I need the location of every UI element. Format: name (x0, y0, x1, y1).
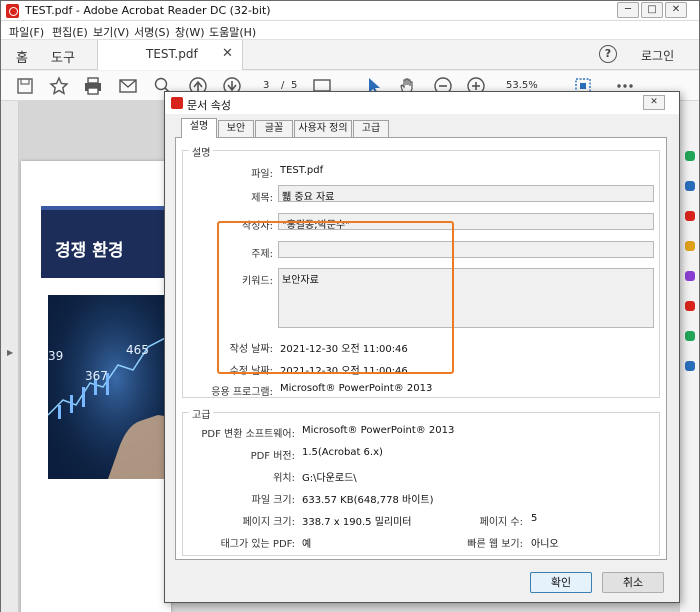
maximize-button[interactable]: □ (641, 2, 663, 18)
description-group: 설명 파일: TEST.pdf 제목: 쮋 중요 자료 작성자: "홍길동;박문… (182, 144, 660, 398)
tab-description[interactable]: 설명 (181, 118, 217, 138)
tool-icon-purple[interactable] (685, 271, 695, 281)
keywords-label: 키워드: (242, 276, 273, 287)
created-value: 2021-12-30 오전 11:00:46 (280, 344, 408, 355)
slide-title-band: 경쟁 환경 (41, 206, 171, 278)
file-size-label: 파일 크기: (251, 495, 295, 506)
fast-web-view-label: 빠른 웹 보기: (467, 539, 523, 550)
help-icon[interactable]: ? (599, 45, 617, 63)
tool-icon-green-2[interactable] (685, 331, 695, 341)
dialog-close-button[interactable]: ✕ (643, 95, 665, 110)
login-button[interactable]: 로그인 (641, 47, 674, 64)
file-size-value: 633.57 KB(648,778 바이트) (302, 495, 434, 506)
menu-bar: 파일(F) 편집(E) 보기(V) 서명(S) 창(W) 도움말(H) (1, 21, 699, 40)
location-value: G:\다운로드\ (302, 473, 357, 484)
fast-web-view-value: 아니오 (531, 539, 559, 550)
close-tab-icon[interactable]: ✕ (222, 46, 233, 61)
menu-sign[interactable]: 서명(S) (134, 24, 170, 40)
zoom-level[interactable]: 53.5% (506, 80, 538, 91)
tab-security[interactable]: 보안 (218, 120, 254, 137)
modified-value: 2021-12-30 오전 11:00:46 (280, 366, 408, 377)
page-size-value: 338.7 x 190.5 밀리미터 (302, 517, 412, 528)
tab-home[interactable]: 홈 (16, 47, 28, 66)
pdf-page: 경쟁 환경 465 39 367 (21, 161, 171, 612)
tagged-pdf-label: 태그가 있는 PDF: (220, 539, 295, 550)
pdf-version-label: PDF 버전: (250, 451, 295, 462)
producer-label: PDF 변환 소프트웨어: (201, 429, 295, 440)
page-count-label: 페이지 수: (479, 517, 523, 528)
dialog-app-icon (171, 97, 183, 109)
file-label: 파일: (251, 169, 273, 180)
left-navigation-rail[interactable]: ▶ (1, 101, 19, 612)
producer-value: Microsoft® PowerPoint® 2013 (302, 425, 455, 436)
minimize-button[interactable]: ─ (617, 2, 639, 18)
cancel-button[interactable]: 취소 (602, 572, 664, 593)
keywords-field[interactable]: 보안자료 (278, 268, 654, 328)
close-button[interactable]: ✕ (665, 2, 687, 18)
tab-bar: 홈 도구 TEST.pdf ✕ ? 로그인 (1, 40, 699, 70)
dialog-title: 문서 속성 (187, 99, 231, 112)
page-separator: / (281, 80, 285, 91)
tab-tools[interactable]: 도구 (51, 47, 75, 66)
tool-icon-green[interactable] (685, 151, 695, 161)
description-group-label: 설명 (189, 144, 214, 159)
title-bar: TEST.pdf - Adobe Acrobat Reader DC (32-b… (1, 1, 699, 21)
tool-icon-blue-2[interactable] (685, 361, 695, 371)
application-value: Microsoft® PowerPoint® 2013 (280, 383, 433, 394)
location-label: 위치: (273, 473, 295, 484)
save-icon[interactable] (15, 76, 35, 96)
acrobat-window: TEST.pdf - Adobe Acrobat Reader DC (32-b… (0, 0, 700, 612)
tagged-pdf-value: 예 (302, 539, 312, 550)
title-field[interactable]: 쮋 중요 자료 (278, 185, 654, 203)
subject-field[interactable] (278, 241, 654, 258)
author-label: 작성자: (242, 221, 273, 232)
file-value: TEST.pdf (280, 165, 324, 176)
email-icon[interactable] (118, 76, 138, 96)
star-icon[interactable] (49, 76, 69, 96)
pdf-version-value: 1.5(Acrobat 6.x) (302, 447, 383, 458)
menu-file[interactable]: 파일(F) (9, 24, 44, 40)
ok-button[interactable]: 확인 (530, 572, 592, 593)
application-label: 응용 프로그램: (211, 387, 273, 398)
menu-window[interactable]: 창(W) (175, 24, 205, 40)
page-count-value: 5 (531, 513, 538, 524)
modified-label: 수정 날짜: (229, 366, 273, 377)
slide-number-367: 367 (85, 369, 108, 383)
window-title: TEST.pdf - Adobe Acrobat Reader DC (32-b… (25, 4, 271, 17)
tab-fonts[interactable]: 글꼴 (255, 120, 293, 137)
slide-number-39: 39 (48, 349, 64, 363)
page-size-label: 페이지 크기: (242, 517, 295, 528)
tab-document[interactable]: TEST.pdf ✕ (97, 40, 243, 70)
tool-icon-red[interactable] (685, 211, 695, 221)
slide-title: 경쟁 환경 (55, 241, 124, 261)
author-field[interactable]: "홍길동;박문수" (278, 213, 654, 231)
menu-view[interactable]: 보기(V) (93, 24, 129, 40)
dialog-title-bar: 문서 속성 ✕ (165, 92, 679, 114)
chart-illustration (48, 295, 171, 479)
tool-icon-yellow[interactable] (685, 241, 695, 251)
advanced-group: 고급 PDF 변환 소프트웨어: Microsoft® PowerPoint® … (182, 406, 660, 556)
page-total: 5 (291, 80, 298, 91)
slide-image: 465 39 367 (48, 295, 171, 479)
document-properties-dialog: 문서 속성 ✕ 설명 보안 글꼴 사용자 정의 고급 설명 파일: TEST.p… (164, 91, 680, 603)
tab-custom[interactable]: 사용자 정의 (294, 120, 352, 137)
title-label: 제목: (251, 193, 273, 204)
right-tools-rail (679, 101, 699, 612)
menu-edit[interactable]: 편집(E) (52, 24, 88, 40)
tool-icon-red-2[interactable] (685, 301, 695, 311)
tool-icon-blue[interactable] (685, 181, 695, 191)
page-current[interactable]: 3 (263, 80, 269, 91)
subject-label: 주제: (251, 249, 273, 260)
created-label: 작성 날짜: (229, 344, 273, 355)
dialog-panel: 설명 파일: TEST.pdf 제목: 쮋 중요 자료 작성자: "홍길동;박문… (175, 137, 667, 560)
print-icon[interactable] (83, 76, 103, 96)
advanced-group-label: 고급 (189, 406, 214, 421)
acrobat-app-icon (6, 4, 19, 18)
slide-number-465: 465 (126, 343, 149, 357)
tab-advanced[interactable]: 고급 (353, 120, 389, 137)
document-tab-label: TEST.pdf (146, 47, 198, 61)
menu-help[interactable]: 도움말(H) (209, 24, 256, 40)
expand-panel-icon[interactable]: ▶ (7, 348, 13, 357)
